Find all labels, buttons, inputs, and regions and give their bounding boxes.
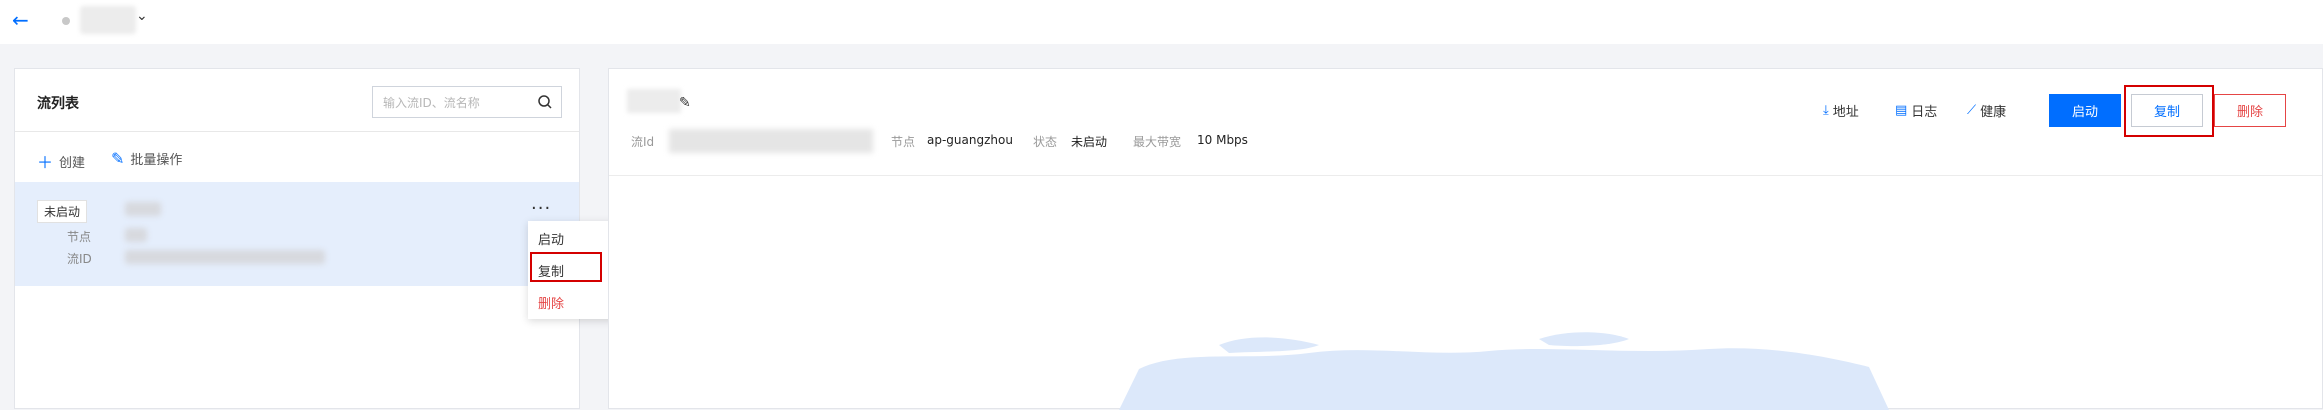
divider xyxy=(15,131,579,132)
delete-button[interactable]: 删除 xyxy=(2214,94,2286,127)
stream-detail-panel: ✎ 流Id 节点 ap-guangzhou 状态 未启动 最大带宽 10 Mbp… xyxy=(608,68,2323,410)
arrow-left-icon[interactable]: ← xyxy=(12,8,36,32)
start-button[interactable]: 启动 xyxy=(2049,94,2121,127)
stream-id-label: 流Id xyxy=(631,135,655,149)
download-icon: ⤓ xyxy=(1823,103,1829,118)
create-button[interactable]: ＋ 创建 xyxy=(37,149,85,173)
address-link[interactable]: ⤓ 地址 xyxy=(1823,101,1859,120)
status-label: 状态 xyxy=(1033,135,1058,149)
menu-item-delete[interactable]: 删除 xyxy=(538,293,564,312)
stream-id-label: 流ID xyxy=(67,252,92,266)
chart-icon: ⟋ xyxy=(1967,103,1977,118)
panel-title: 流列表 xyxy=(37,96,79,112)
edit-icon: ✎ xyxy=(111,149,125,168)
search-icon[interactable] xyxy=(537,94,553,110)
stream-id-redacted xyxy=(125,250,325,264)
status-badge: 未启动 xyxy=(37,200,88,223)
stream-list-panel: 流列表 ＋ 创建 ✎ 批量操作 未启动 节点 流ID ··· xyxy=(14,68,580,409)
search-box[interactable] xyxy=(372,86,562,118)
batch-operation-label: 批量操作 xyxy=(130,153,183,168)
batch-operation-button[interactable]: ✎ 批量操作 xyxy=(111,149,182,168)
health-link[interactable]: ⟋ 健康 xyxy=(1967,101,2006,120)
more-icon[interactable]: ··· xyxy=(531,198,551,219)
plus-icon: ＋ xyxy=(37,153,54,172)
health-label: 健康 xyxy=(1980,105,2007,120)
pencil-icon[interactable]: ✎ xyxy=(679,95,691,111)
log-label: 日志 xyxy=(1911,105,1938,120)
status-value: 未启动 xyxy=(1071,135,1108,149)
bandwidth-label: 最大带宽 xyxy=(1133,135,1182,149)
stream-name-redacted xyxy=(627,89,681,113)
chevron-down-icon[interactable]: ⌄ xyxy=(136,8,148,24)
world-map xyxy=(1119,332,1889,410)
highlight-box xyxy=(2124,85,2214,137)
node-value-redacted xyxy=(125,228,147,242)
node-value: ap-guangzhou xyxy=(927,133,1013,147)
document-icon: ▤ xyxy=(1895,103,1908,118)
stream-list-item[interactable]: 未启动 节点 流ID ··· xyxy=(15,182,579,286)
bandwidth-value: 10 Mbps xyxy=(1197,133,1248,147)
highlight-box xyxy=(530,252,602,282)
top-bar: ← ⌄ xyxy=(0,0,2323,44)
address-label: 地址 xyxy=(1832,105,1859,120)
node-label: 节点 xyxy=(67,230,92,244)
search-input[interactable] xyxy=(381,92,535,114)
stream-name-redacted xyxy=(125,202,161,216)
stream-name-redacted xyxy=(80,6,136,34)
create-label: 创建 xyxy=(59,155,86,171)
log-link[interactable]: ▤ 日志 xyxy=(1895,101,1937,120)
node-label: 节点 xyxy=(891,135,916,149)
status-dot xyxy=(62,17,70,25)
stream-id-redacted xyxy=(669,129,873,153)
menu-item-start[interactable]: 启动 xyxy=(538,229,564,248)
divider xyxy=(609,175,2322,176)
